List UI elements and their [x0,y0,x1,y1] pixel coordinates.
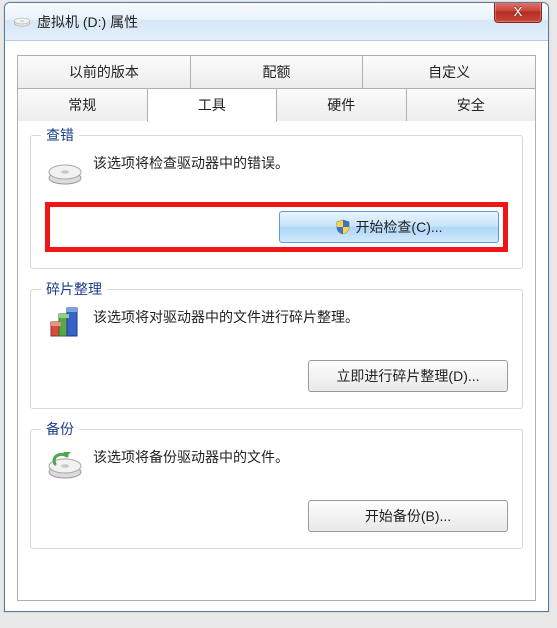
group-error-checking: 查错 该选项将检查驱动器中的错误。 [30,135,523,269]
group-desc: 该选项将检查驱动器中的错误。 [93,154,289,174]
group-legend: 备份 [41,419,79,439]
uac-shield-icon [335,219,351,235]
button-label: 立即进行碎片整理(D)... [336,366,479,386]
tab-quota[interactable]: 配额 [190,55,364,89]
defrag-icon [45,302,85,342]
start-backup-button[interactable]: 开始备份(B)... [308,500,508,532]
tab-tools[interactable]: 工具 [147,88,278,122]
group-legend: 查错 [41,125,79,145]
tab-customize[interactable]: 自定义 [362,55,536,89]
content-area: 以前的版本 配额 自定义 常规 工具 硬件 安全 查错 [5,41,548,611]
tab-previous-versions[interactable]: 以前的版本 [17,55,191,89]
button-label: 开始检查(C)... [355,217,442,237]
tab-panel-tools: 查错 该选项将检查驱动器中的错误。 [17,121,536,601]
drive-check-icon [45,148,85,188]
tab-hardware[interactable]: 硬件 [276,88,407,122]
drive-icon [13,15,31,29]
group-desc: 该选项将对驱动器中的文件进行碎片整理。 [93,308,359,328]
window-title: 虚拟机 (D:) 属性 [37,12,138,32]
tab-security[interactable]: 安全 [406,88,537,122]
defrag-now-button[interactable]: 立即进行碎片整理(D)... [308,360,508,392]
close-button[interactable]: X [494,2,542,23]
titlebar: 虚拟机 (D:) 属性 X [5,3,548,41]
properties-window: 虚拟机 (D:) 属性 X 以前的版本 配额 自定义 常规 工具 硬件 安全 查… [4,2,549,612]
tab-row-lower: 常规 工具 硬件 安全 [17,88,536,122]
group-desc: 该选项将备份驱动器中的文件。 [93,448,289,468]
tab-general[interactable]: 常规 [17,88,148,122]
tab-row-upper: 以前的版本 配额 自定义 [17,55,536,89]
tabs: 以前的版本 配额 自定义 常规 工具 硬件 安全 查错 [17,55,536,601]
highlight-annotation: 开始检查(C)... [45,202,508,252]
button-label: 开始备份(B)... [365,506,451,526]
close-icon: X [514,4,523,19]
group-legend: 碎片整理 [41,279,107,299]
backup-icon [45,442,85,482]
group-backup: 备份 该选项将备份驱动器中的文件。 [30,429,523,549]
start-check-button[interactable]: 开始检查(C)... [279,211,499,243]
group-defrag: 碎片整理 该选项将对驱动器中的文件进行 [30,289,523,409]
